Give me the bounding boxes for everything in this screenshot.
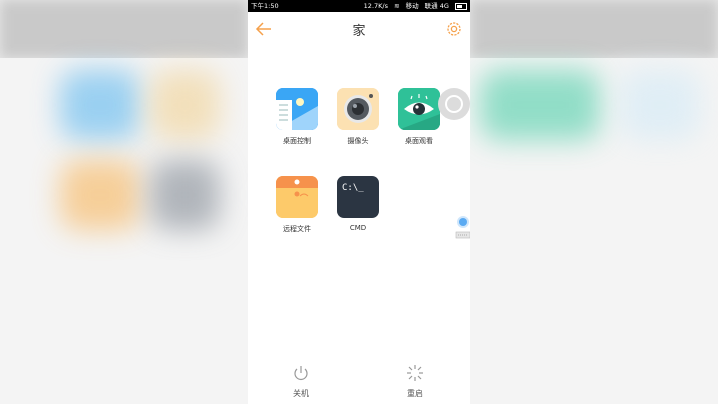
shutdown-button[interactable]: 关机 <box>281 364 321 399</box>
battery-icon <box>455 2 467 10</box>
desktop-control-icon <box>276 88 318 130</box>
background-left <box>0 0 248 404</box>
power-icon <box>294 366 308 380</box>
eye-icon <box>398 88 440 130</box>
carrier2-label: 联通 4G <box>424 2 449 10</box>
wifi-icon: ≋ <box>394 2 400 10</box>
phone-screen: 下午1:50 12.7K/s ≋ 移动 联通 4G 家 桌面控制 摄像头 桌面观… <box>248 0 470 404</box>
app-remote-files[interactable]: 远程文件 <box>269 176 325 234</box>
app-label: 摄像头 <box>347 137 369 145</box>
app-label: 桌面控制 <box>283 137 311 145</box>
restart-icon <box>407 365 423 381</box>
cmd-icon: C:\_ <box>337 176 379 218</box>
app-camera[interactable]: 摄像头 <box>330 88 386 146</box>
edge-floating-widget[interactable] <box>454 214 471 240</box>
cmd-icon-text: C:\_ <box>342 183 364 193</box>
app-desktop-control[interactable]: 桌面控制 <box>269 88 325 146</box>
status-time: 下午1:50 <box>251 2 279 10</box>
background-right <box>470 0 718 404</box>
floating-ball-icon[interactable] <box>438 88 470 120</box>
camera-icon <box>337 88 379 130</box>
app-label: 远程文件 <box>283 225 311 233</box>
header: 家 <box>248 12 470 46</box>
app-label: CMD <box>349 224 367 232</box>
gear-icon[interactable] <box>444 19 464 39</box>
folder-icon <box>276 176 318 218</box>
app-label: 桌面观看 <box>405 137 433 145</box>
status-bar: 下午1:50 12.7K/s ≋ 移动 联通 4G <box>248 0 470 12</box>
restart-button[interactable]: 重启 <box>395 364 435 399</box>
page-title: 家 <box>352 24 366 39</box>
shutdown-label: 关机 <box>293 389 309 398</box>
app-cmd[interactable]: C:\_ CMD <box>330 176 386 232</box>
restart-label: 重启 <box>407 389 423 398</box>
carrier-label: 移动 <box>405 2 419 10</box>
network-speed: 12.7K/s <box>363 2 388 10</box>
